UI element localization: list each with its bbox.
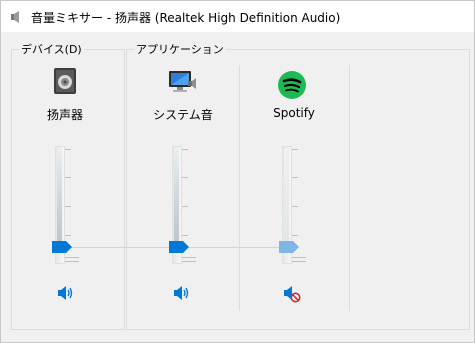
- channel-speakers: 扬声器: [13, 61, 117, 321]
- slider-tick: [65, 257, 79, 258]
- slider-tick: [182, 206, 188, 207]
- channel-system-sounds: システム音: [129, 61, 237, 321]
- speaker-muted-icon[interactable]: [283, 285, 301, 303]
- volume-slider-thumb[interactable]: [52, 241, 72, 253]
- slider-tick: [65, 206, 71, 207]
- title-bar: 音量ミキサー - 扬声器 (Realtek High Definition Au…: [1, 1, 474, 33]
- slider-tick: [65, 149, 71, 150]
- volume-mixer-window: 音量ミキサー - 扬声器 (Realtek High Definition Au…: [0, 0, 475, 343]
- slider-tick: [292, 149, 298, 150]
- volume-slider-thumb[interactable]: [169, 241, 189, 253]
- slider-tick: [65, 177, 71, 178]
- speaker-volume-icon[interactable]: [57, 285, 75, 301]
- slider-tick: [182, 149, 188, 150]
- slider-tick: [292, 235, 298, 236]
- devices-group-caption: デバイス(D): [19, 43, 84, 56]
- slider-tick: [182, 257, 196, 258]
- speaker-volume-icon[interactable]: [173, 285, 191, 301]
- column-divider: [349, 65, 350, 311]
- volume-slider-thumb[interactable]: [279, 241, 299, 253]
- slider-tick: [292, 177, 298, 178]
- slider-tick: [65, 261, 79, 262]
- speaker-device-icon: [54, 68, 76, 94]
- slider-fill: [57, 149, 62, 253]
- channel-spotify: Spotify: [241, 61, 347, 321]
- speaker-app-icon: [11, 11, 19, 23]
- slider-tick: [292, 261, 306, 262]
- channel-label: システム音: [153, 108, 213, 122]
- channel-label: Spotify: [273, 106, 315, 120]
- window-title: 音量ミキサー - 扬声器 (Realtek High Definition Au…: [31, 11, 341, 25]
- system-sounds-icon: [169, 71, 196, 92]
- slider-tick: [65, 235, 71, 236]
- column-divider: [239, 65, 240, 311]
- spotify-icon: [278, 71, 306, 99]
- slider-tick: [292, 206, 298, 207]
- slider-tick: [292, 257, 306, 258]
- channel-label: 扬声器: [46, 108, 83, 122]
- slider-fill: [174, 149, 179, 253]
- slider-tick: [182, 261, 196, 262]
- applications-group-caption: アプリケーション: [134, 43, 226, 56]
- slider-fill: [284, 149, 289, 253]
- slider-tick: [182, 177, 188, 178]
- slider-tick: [182, 235, 188, 236]
